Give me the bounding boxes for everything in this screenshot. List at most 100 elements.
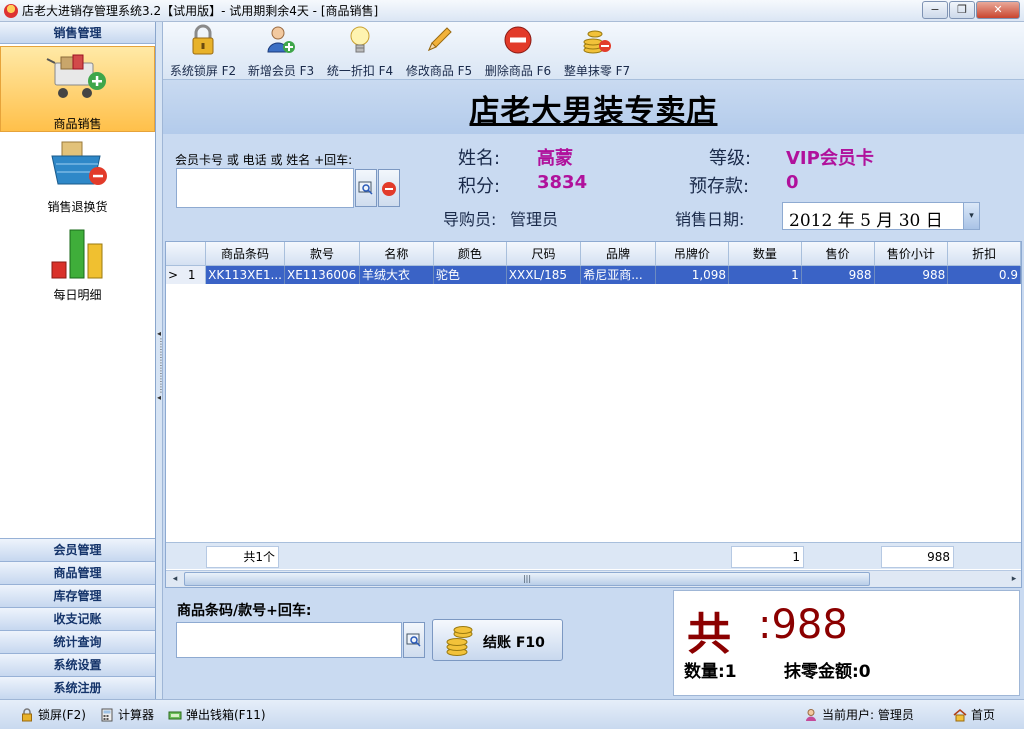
status-user-label: 当前用户: 管理员 <box>822 708 914 722</box>
scrollbar-thumb[interactable]: ||| <box>184 572 870 586</box>
status-home-button[interactable]: 首页 <box>953 706 995 723</box>
nav-item-daily-detail[interactable]: 每日明细 <box>0 222 155 308</box>
minimize-button[interactable]: − <box>922 1 948 19</box>
sales-grid-panel: 商品条码 款号 名称 颜色 尺码 品牌 吊牌价 数量 售价 售价小计 折扣 > <box>163 238 1024 588</box>
cell-name[interactable]: 羊绒大衣 <box>359 265 434 284</box>
member-name-label: 姓名: <box>458 148 501 169</box>
toolbar: 系统锁屏 F2 新增会员 F3 统一折扣 F4 修改商品 F5 删除商品 F6 … <box>163 22 1024 80</box>
status-lock-button[interactable]: 锁屏(F2) <box>20 706 86 723</box>
cell-subtotal[interactable]: 988 <box>874 265 949 284</box>
scan-label: 商品条码/款号+回车: <box>177 603 312 619</box>
add-member-button[interactable]: 新增会员 F3 <box>245 24 317 78</box>
app-icon <box>4 3 18 18</box>
member-clear-button[interactable] <box>378 169 400 207</box>
table-header-row: 商品条码 款号 名称 颜色 尺码 品牌 吊牌价 数量 售价 售价小计 折扣 <box>166 242 1021 266</box>
window-title: 店老大进销存管理系统3.2【试用版】- 试用期剩余4天 - [商品销售] <box>22 4 379 18</box>
checkout-button[interactable]: 结账 F10 <box>432 619 563 661</box>
total-quantity: 数量:1 <box>684 662 737 682</box>
checkout-button-label: 结账 F10 <box>483 635 545 651</box>
coins-icon <box>446 626 473 656</box>
status-bar: 锁屏(F2) 计算器 弹出钱箱(F11) 当前用户: 管理员 首页 <box>0 699 1024 729</box>
chevron-down-icon[interactable]: ▾ <box>963 203 979 229</box>
member-info-panel: 会员卡号 或 电话 或 姓名 +回车: 姓名: 高蒙 积分: 3834 等级: … <box>163 134 1024 238</box>
nav-group-statistics[interactable]: 统计查询 <box>0 630 155 653</box>
cell-color[interactable]: 驼色 <box>433 265 507 284</box>
scroll-left-icon[interactable]: ◂ <box>167 572 183 586</box>
shop-name: 店老大男装专卖店 <box>469 94 718 129</box>
sale-date-picker[interactable]: 2012 年 5 月 30 日 ▾ <box>782 202 980 231</box>
column-header[interactable]: 吊牌价 <box>655 242 730 266</box>
member-points-label: 积分: <box>458 176 501 197</box>
column-header[interactable]: 售价 <box>801 242 875 266</box>
member-search-button[interactable] <box>355 169 377 207</box>
nav-group-accounting[interactable]: 收支记账 <box>0 607 155 630</box>
member-deposit-value: 0 <box>786 172 799 193</box>
barcode-input[interactable] <box>176 622 402 658</box>
window-controls: − ❐ ✕ <box>922 1 1020 19</box>
cell-size[interactable]: XXXL/185 <box>506 265 582 284</box>
calculator-icon <box>101 708 113 721</box>
grid-summary-row: 共1个 1 988 <box>166 542 1021 569</box>
column-header[interactable]: 折扣 <box>947 242 1021 266</box>
round-off-order-button[interactable]: 整单抹零 F7 <box>561 24 633 78</box>
column-header[interactable]: 款号 <box>284 242 360 266</box>
cell-qty[interactable]: 1 <box>728 265 802 284</box>
row-index: 1 <box>187 267 196 282</box>
close-button[interactable]: ✕ <box>976 1 1020 19</box>
edit-product-button[interactable]: 修改商品 F5 <box>403 24 475 78</box>
delete-product-button[interactable]: 删除商品 F6 <box>482 24 554 78</box>
status-calculator-label: 计算器 <box>118 708 155 722</box>
horizontal-scrollbar[interactable]: ◂ ||| ▸ <box>166 570 1021 587</box>
member-search-label: 会员卡号 或 电话 或 姓名 +回车: <box>175 153 353 167</box>
nav-group-product[interactable]: 商品管理 <box>0 561 155 584</box>
return-basket-icon <box>51 141 107 185</box>
cell-brand[interactable]: 希尼亚商... <box>580 265 656 284</box>
nav-item-sales-return[interactable]: 销售退换货 <box>0 134 155 220</box>
status-home-label: 首页 <box>971 708 996 722</box>
shop-banner: 店老大男装专卖店 <box>163 80 1024 134</box>
product-search-button[interactable] <box>403 622 425 658</box>
row-indicator-icon: > <box>168 267 179 282</box>
column-header[interactable]: 数量 <box>728 242 802 266</box>
cell-price[interactable]: 988 <box>801 265 875 284</box>
nav-group-registration[interactable]: 系统注册 <box>0 676 155 699</box>
column-header[interactable]: 颜色 <box>433 242 507 266</box>
column-header[interactable]: 售价小计 <box>874 242 949 266</box>
pencil-icon <box>428 27 452 51</box>
column-header[interactable]: 尺码 <box>506 242 582 266</box>
cell-style-no[interactable]: XE1136006 <box>284 265 360 284</box>
cell-discount[interactable]: 0.9 <box>947 265 1021 284</box>
nav-group-member[interactable]: 会员管理 <box>0 538 155 561</box>
nav-item-product-sales[interactable]: 商品销售 <box>0 46 155 132</box>
toolbar-button-label: 统一折扣 F4 <box>326 64 394 78</box>
column-header[interactable]: 商品条码 <box>205 242 285 266</box>
status-calculator-button[interactable]: 计算器 <box>100 706 154 723</box>
column-header[interactable]: 品牌 <box>580 242 656 266</box>
lock-icon <box>192 24 214 55</box>
unified-discount-button[interactable]: 统一折扣 F4 <box>324 24 396 78</box>
nav-splitter[interactable]: ◂ ⋮ ⋮ ⋮ ⋮ ⋮ ⋮ ⋮ ◂ <box>156 22 165 699</box>
toolbar-button-label: 删除商品 F6 <box>484 64 552 78</box>
nav-header-sales[interactable]: 销售管理 <box>0 22 155 44</box>
summary-subtotal: 988 <box>881 546 954 568</box>
column-header[interactable]: 名称 <box>359 242 434 266</box>
clear-icon <box>382 182 396 196</box>
nav-group-settings[interactable]: 系统设置 <box>0 653 155 676</box>
lock-screen-button[interactable]: 系统锁屏 F2 <box>167 24 239 78</box>
user-icon <box>806 708 816 721</box>
lock-icon <box>22 707 32 721</box>
nav-group-inventory[interactable]: 库存管理 <box>0 584 155 607</box>
delete-icon <box>504 26 532 54</box>
member-deposit-label: 预存款: <box>689 176 750 197</box>
restore-button[interactable]: ❐ <box>949 1 975 19</box>
table-row[interactable]: > 1 XK113XE1... XE1136006 羊绒大衣 驼色 XXXL/1… <box>166 265 1021 284</box>
cell-barcode[interactable]: XK113XE1... <box>205 265 285 284</box>
status-cashbox-label: 弹出钱箱(F11) <box>186 708 266 722</box>
toolbar-button-label: 整单抹零 F7 <box>563 64 631 78</box>
bar-chart-icon <box>51 229 103 279</box>
cell-tag-price[interactable]: 1,098 <box>655 265 730 284</box>
scroll-right-icon[interactable]: ▸ <box>1006 572 1021 586</box>
member-search-input[interactable] <box>176 168 354 208</box>
row-header[interactable]: > 1 <box>166 265 207 284</box>
status-cashbox-button[interactable]: 弹出钱箱(F11) <box>168 706 266 723</box>
